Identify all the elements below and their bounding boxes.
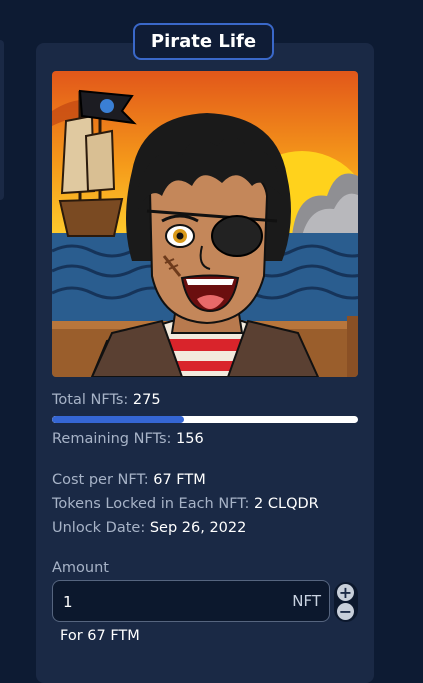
amount-unit: NFT <box>292 592 321 610</box>
tokens-value: 2 CLQDR <box>254 496 319 512</box>
nft-artwork <box>52 71 358 377</box>
remaining-nfts-value: 156 <box>176 431 204 447</box>
total-nfts-label: Total NFTs: <box>52 392 129 408</box>
remaining-nfts: Remaining NFTs: 156 <box>52 431 204 447</box>
total-nfts: Total NFTs: 275 <box>52 392 161 408</box>
previous-card-edge <box>0 40 4 200</box>
decrement-button[interactable]: − <box>337 603 354 620</box>
cost-value: 67 FTM <box>153 472 206 488</box>
total-price: For 67 FTM <box>60 628 140 644</box>
mint-progress-bar <box>52 416 358 423</box>
total-nfts-value: 275 <box>132 392 161 408</box>
amount-input[interactable] <box>61 589 265 615</box>
mint-progress-fill <box>52 416 185 423</box>
amount-field[interactable]: NFT <box>52 580 330 622</box>
increment-button[interactable]: + <box>337 584 354 601</box>
amount-label: Amount <box>52 560 109 576</box>
collection-title: Pirate Life <box>133 23 274 60</box>
cost-label: Cost per NFT: <box>52 472 149 488</box>
cost-per-nft: Cost per NFT: 67 FTM <box>52 472 206 488</box>
unlock-date: Unlock Date: Sep 26, 2022 <box>52 520 246 536</box>
amount-stepper: + − <box>334 582 358 622</box>
tokens-label: Tokens Locked in Each NFT: <box>52 496 250 512</box>
remaining-nfts-label: Remaining NFTs: <box>52 431 172 447</box>
tokens-locked: Tokens Locked in Each NFT: 2 CLQDR <box>52 496 319 512</box>
unlock-label: Unlock Date: <box>52 520 146 536</box>
unlock-value: Sep 26, 2022 <box>149 520 247 536</box>
